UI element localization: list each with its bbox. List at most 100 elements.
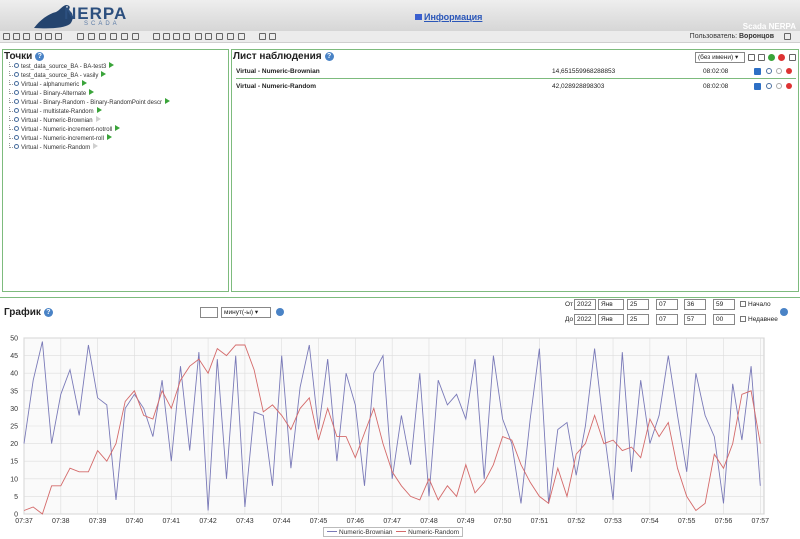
chart-checkbox[interactable] [754, 83, 761, 90]
magnifier-icon[interactable] [14, 72, 19, 77]
add-arrow-icon[interactable] [96, 107, 102, 113]
add-arrow-icon[interactable] [82, 80, 88, 86]
to-second-select[interactable]: 00 [713, 314, 735, 325]
from-hour-select[interactable]: 07 [656, 299, 678, 310]
tree-item[interactable]: test_data_source_BA - BA-test3 [7, 62, 170, 71]
magnifier-icon[interactable] [14, 144, 19, 149]
tree-item[interactable]: Virtual - multistate-Random [7, 107, 170, 116]
monitor-icon[interactable] [3, 33, 10, 40]
locale-icon[interactable] [784, 33, 791, 40]
lock-icon[interactable] [163, 33, 170, 40]
gear-icon[interactable] [776, 68, 782, 74]
start-checkbox[interactable] [740, 301, 746, 307]
x-tick-label: 07:37 [15, 518, 33, 525]
add-arrow-icon[interactable] [115, 125, 121, 131]
tree-item[interactable]: Virtual - Binary-Alternate [7, 89, 170, 98]
tree-item[interactable]: Virtual - Binary-Random - Binary-RandomP… [7, 98, 170, 107]
watch-row[interactable]: Virtual - Numeric-Random 42,028928898303… [236, 81, 794, 92]
info-link[interactable]: Информация [415, 12, 482, 22]
add-arrow-icon[interactable] [109, 62, 115, 68]
add-arrow-icon[interactable] [101, 71, 107, 77]
info-icon[interactable] [195, 33, 202, 40]
add-arrow-icon[interactable] [89, 89, 95, 95]
from-day-select[interactable]: 25 [627, 299, 649, 310]
period-value-input[interactable] [200, 307, 218, 318]
add-arrow-icon[interactable] [95, 116, 101, 122]
database-icon[interactable] [88, 33, 95, 40]
import-icon[interactable] [35, 33, 42, 40]
help-icon[interactable] [269, 33, 276, 40]
add-arrow-icon[interactable] [106, 134, 112, 140]
y-tick-label: 40 [10, 371, 18, 378]
clock-icon[interactable] [99, 33, 106, 40]
period-refresh-button[interactable] [276, 308, 284, 316]
to-month-select[interactable]: Янв [598, 314, 624, 325]
magnifier-icon[interactable] [14, 135, 19, 140]
light-icon[interactable] [110, 33, 117, 40]
logout-icon[interactable] [259, 33, 266, 40]
copy-icon[interactable] [758, 54, 765, 61]
magnifier-icon[interactable] [14, 63, 19, 68]
tree-item[interactable]: test_data_source_BA - vasily [7, 71, 170, 80]
wrench-icon[interactable] [205, 33, 212, 40]
chart-checkbox[interactable] [754, 68, 761, 75]
from-year-select[interactable]: 2022 [574, 299, 596, 310]
watchlist-icon[interactable] [23, 33, 30, 40]
bell-icon[interactable] [121, 33, 128, 40]
edit-icon[interactable] [748, 54, 755, 61]
history-chart[interactable]: 0510152025303540455007:37 07:38 07:39 07:40… [0, 326, 800, 526]
tree-item-label: Virtual - multistate-Random [21, 109, 94, 115]
book-icon[interactable] [173, 33, 180, 40]
range-refresh-button[interactable] [780, 308, 788, 316]
help-icon[interactable]: ? [324, 52, 334, 61]
report-icon[interactable] [789, 54, 796, 61]
to-hour-select[interactable]: 07 [656, 314, 678, 325]
magnifier-icon[interactable] [14, 126, 19, 131]
page-icon[interactable] [183, 33, 190, 40]
sql-icon[interactable] [216, 33, 223, 40]
tool-icon[interactable] [132, 33, 139, 40]
list-icon[interactable] [227, 33, 234, 40]
add-icon[interactable] [768, 54, 775, 61]
tree-item[interactable]: Virtual - Numeric-Brownian [7, 116, 170, 125]
period-unit-select[interactable]: минут(-ы) ▾ [221, 307, 271, 318]
remove-icon[interactable] [786, 68, 792, 74]
document-icon[interactable] [55, 33, 62, 40]
to-year-select[interactable]: 2022 [574, 314, 596, 325]
watch-row[interactable]: Virtual - Numeric-Brownian 14,6515599682… [236, 66, 794, 77]
to-day-select[interactable]: 25 [627, 314, 649, 325]
tree-item[interactable]: Virtual - Numeric-increment-notroll [7, 125, 170, 134]
to-minute-select[interactable]: 57 [684, 314, 706, 325]
recent-checkbox[interactable] [740, 316, 746, 322]
from-label: От [565, 301, 574, 308]
main-toolbar: Пользователь: Воронцов [0, 31, 800, 43]
magnifier-icon[interactable] [14, 99, 19, 104]
gear-icon[interactable] [776, 83, 782, 89]
magnifier-icon[interactable] [766, 83, 772, 89]
tree-item[interactable]: Virtual - Numeric-increment-roll [7, 134, 170, 143]
from-second-select[interactable]: 59 [713, 299, 735, 310]
display-icon[interactable] [13, 33, 20, 40]
download-icon[interactable] [238, 33, 245, 40]
remove-icon[interactable] [786, 83, 792, 89]
help-icon[interactable]: ? [35, 52, 45, 61]
magnifier-icon[interactable] [766, 68, 772, 74]
datasource-icon[interactable] [77, 33, 84, 40]
chart-legend: Numeric-Brownian Numeric-Random [323, 527, 464, 537]
add-arrow-icon[interactable] [164, 98, 170, 104]
users-icon[interactable] [153, 33, 160, 40]
help-icon[interactable]: ? [43, 308, 53, 317]
magnifier-icon[interactable] [14, 108, 19, 113]
tree-item[interactable]: Virtual - alphanumeric [7, 80, 170, 89]
watchlist-select[interactable]: (без имени) ▾ [695, 52, 745, 63]
magnifier-icon[interactable] [14, 81, 19, 86]
delete-icon[interactable] [778, 54, 785, 61]
from-month-select[interactable]: Янв [598, 299, 624, 310]
tree-item[interactable]: Virtual - Numeric-Random [7, 143, 170, 152]
magnifier-icon[interactable] [14, 117, 19, 122]
report-icon[interactable] [45, 33, 52, 40]
from-minute-select[interactable]: 36 [684, 299, 706, 310]
user-label: Пользователь: [689, 33, 738, 40]
add-arrow-icon[interactable] [93, 143, 99, 149]
magnifier-icon[interactable] [14, 90, 19, 95]
